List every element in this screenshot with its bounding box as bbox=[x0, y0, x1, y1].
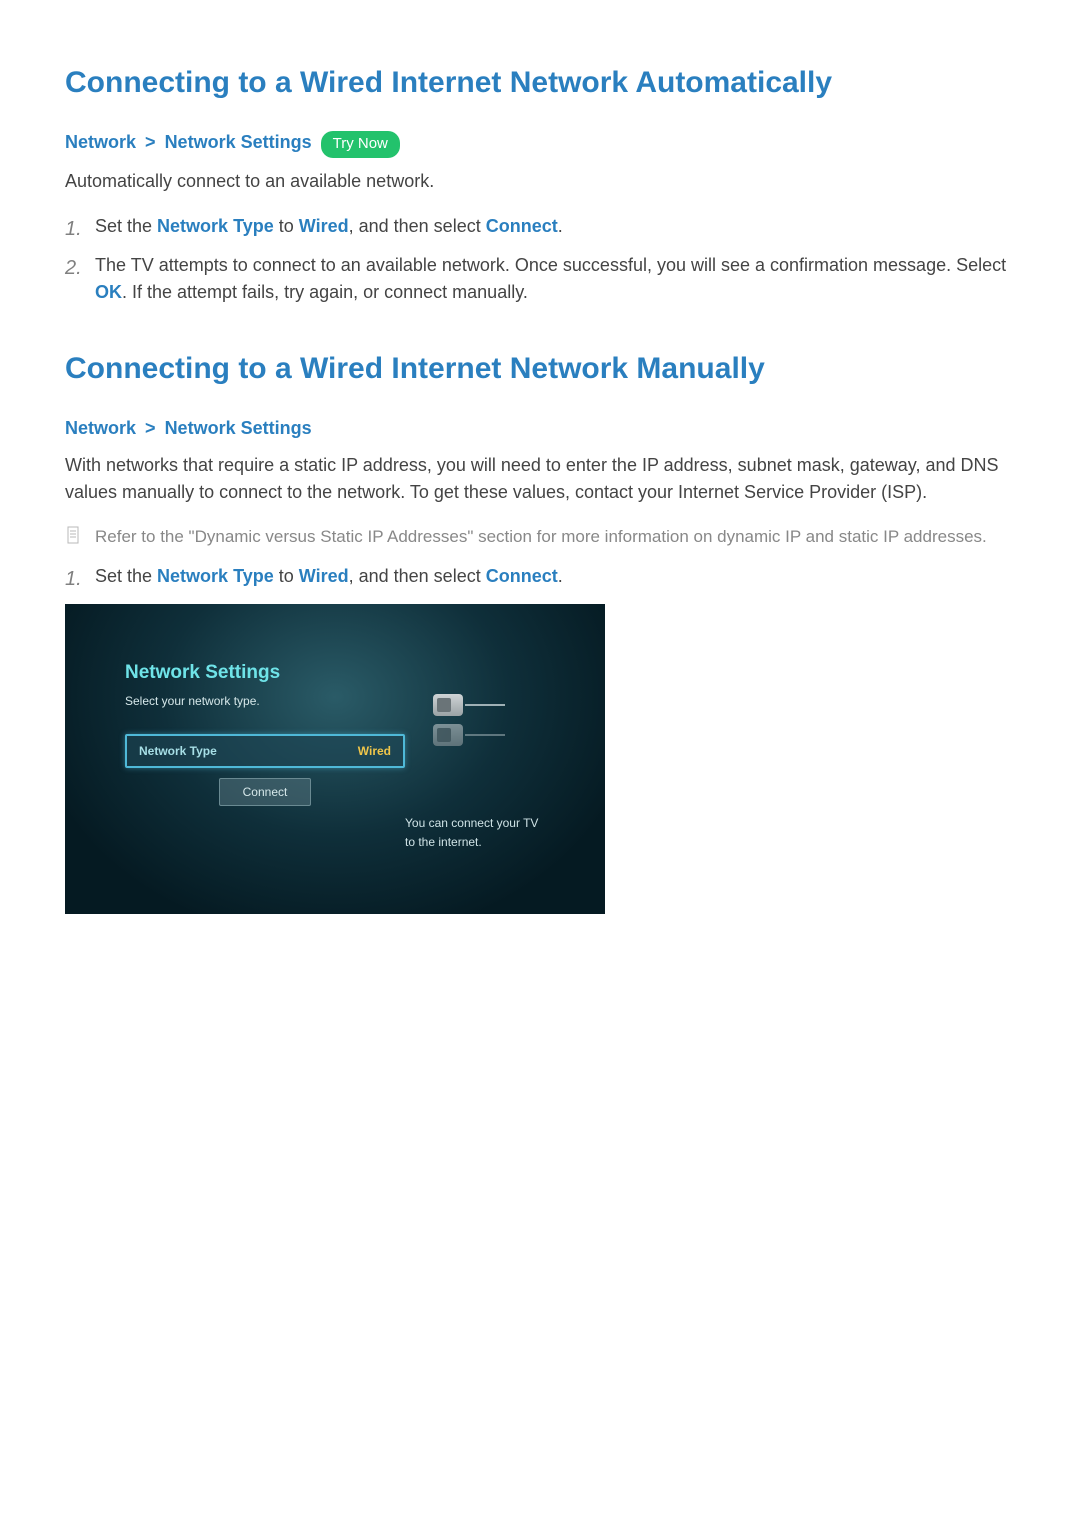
step-item: 1. Set the Network Type to Wired, and th… bbox=[65, 213, 1015, 244]
text: Set the bbox=[95, 566, 157, 586]
section-heading-manual: Connecting to a Wired Internet Network M… bbox=[65, 346, 1015, 391]
text: You can connect your TV bbox=[405, 814, 575, 833]
note-icon bbox=[65, 524, 95, 544]
tv-info-text: You can connect your TV to the internet. bbox=[405, 814, 575, 852]
step-content: Set the Network Type to Wired, and then … bbox=[95, 213, 1015, 240]
chevron-right-icon: > bbox=[141, 418, 160, 438]
tv-title: Network Settings bbox=[125, 659, 405, 688]
highlight-network-type: Network Type bbox=[157, 566, 274, 586]
text: The TV attempts to connect to an availab… bbox=[95, 255, 1006, 275]
step-number: 2. bbox=[65, 252, 95, 283]
breadcrumb-manual: Network > Network Settings bbox=[65, 415, 1015, 442]
text: , and then select bbox=[349, 566, 486, 586]
highlight-connect: Connect bbox=[486, 566, 558, 586]
network-type-row[interactable]: Network Type Wired bbox=[125, 734, 405, 768]
note-text: Refer to the "Dynamic versus Static IP A… bbox=[95, 524, 987, 550]
intro-text-auto: Automatically connect to an available ne… bbox=[65, 168, 1015, 195]
step-item: 2. The TV attempts to connect to an avai… bbox=[65, 252, 1015, 306]
text: . If the attempt fails, try again, or co… bbox=[122, 282, 528, 302]
highlight-connect: Connect bbox=[486, 216, 558, 236]
breadcrumb-auto: Network > Network Settings Try Now bbox=[65, 129, 1015, 158]
connect-button[interactable]: Connect bbox=[219, 778, 311, 806]
network-type-value: Wired bbox=[358, 742, 391, 760]
text: Set the bbox=[95, 216, 157, 236]
text: . bbox=[558, 566, 563, 586]
breadcrumb-item-network[interactable]: Network bbox=[65, 132, 136, 152]
text: , and then select bbox=[349, 216, 486, 236]
breadcrumb-item-network[interactable]: Network bbox=[65, 418, 136, 438]
text: to bbox=[274, 216, 299, 236]
text: . bbox=[558, 216, 563, 236]
highlight-wired: Wired bbox=[299, 566, 349, 586]
highlight-ok: OK bbox=[95, 282, 122, 302]
chevron-right-icon: > bbox=[141, 132, 160, 152]
breadcrumb-item-network-settings[interactable]: Network Settings bbox=[165, 418, 312, 438]
tv-screenshot: Network Settings Select your network typ… bbox=[65, 604, 605, 914]
step-number: 1. bbox=[65, 213, 95, 244]
steps-list-auto: 1. Set the Network Type to Wired, and th… bbox=[65, 213, 1015, 306]
network-type-label: Network Type bbox=[139, 742, 217, 760]
router-illustration bbox=[415, 694, 535, 754]
breadcrumb-item-network-settings[interactable]: Network Settings bbox=[165, 132, 312, 152]
step-item: 1. Set the Network Type to Wired, and th… bbox=[65, 563, 1015, 594]
step-number: 1. bbox=[65, 563, 95, 594]
intro-text-manual: With networks that require a static IP a… bbox=[65, 452, 1015, 506]
step-content: The TV attempts to connect to an availab… bbox=[95, 252, 1015, 306]
section-heading-auto: Connecting to a Wired Internet Network A… bbox=[65, 60, 1015, 105]
try-now-badge[interactable]: Try Now bbox=[321, 131, 400, 158]
note-row: Refer to the "Dynamic versus Static IP A… bbox=[65, 524, 1015, 550]
step-content: Set the Network Type to Wired, and then … bbox=[95, 563, 1015, 590]
text: to bbox=[274, 566, 299, 586]
steps-list-manual: 1. Set the Network Type to Wired, and th… bbox=[65, 563, 1015, 594]
text: to the internet. bbox=[405, 833, 575, 852]
highlight-wired: Wired bbox=[299, 216, 349, 236]
highlight-network-type: Network Type bbox=[157, 216, 274, 236]
tv-subtitle: Select your network type. bbox=[125, 692, 405, 710]
